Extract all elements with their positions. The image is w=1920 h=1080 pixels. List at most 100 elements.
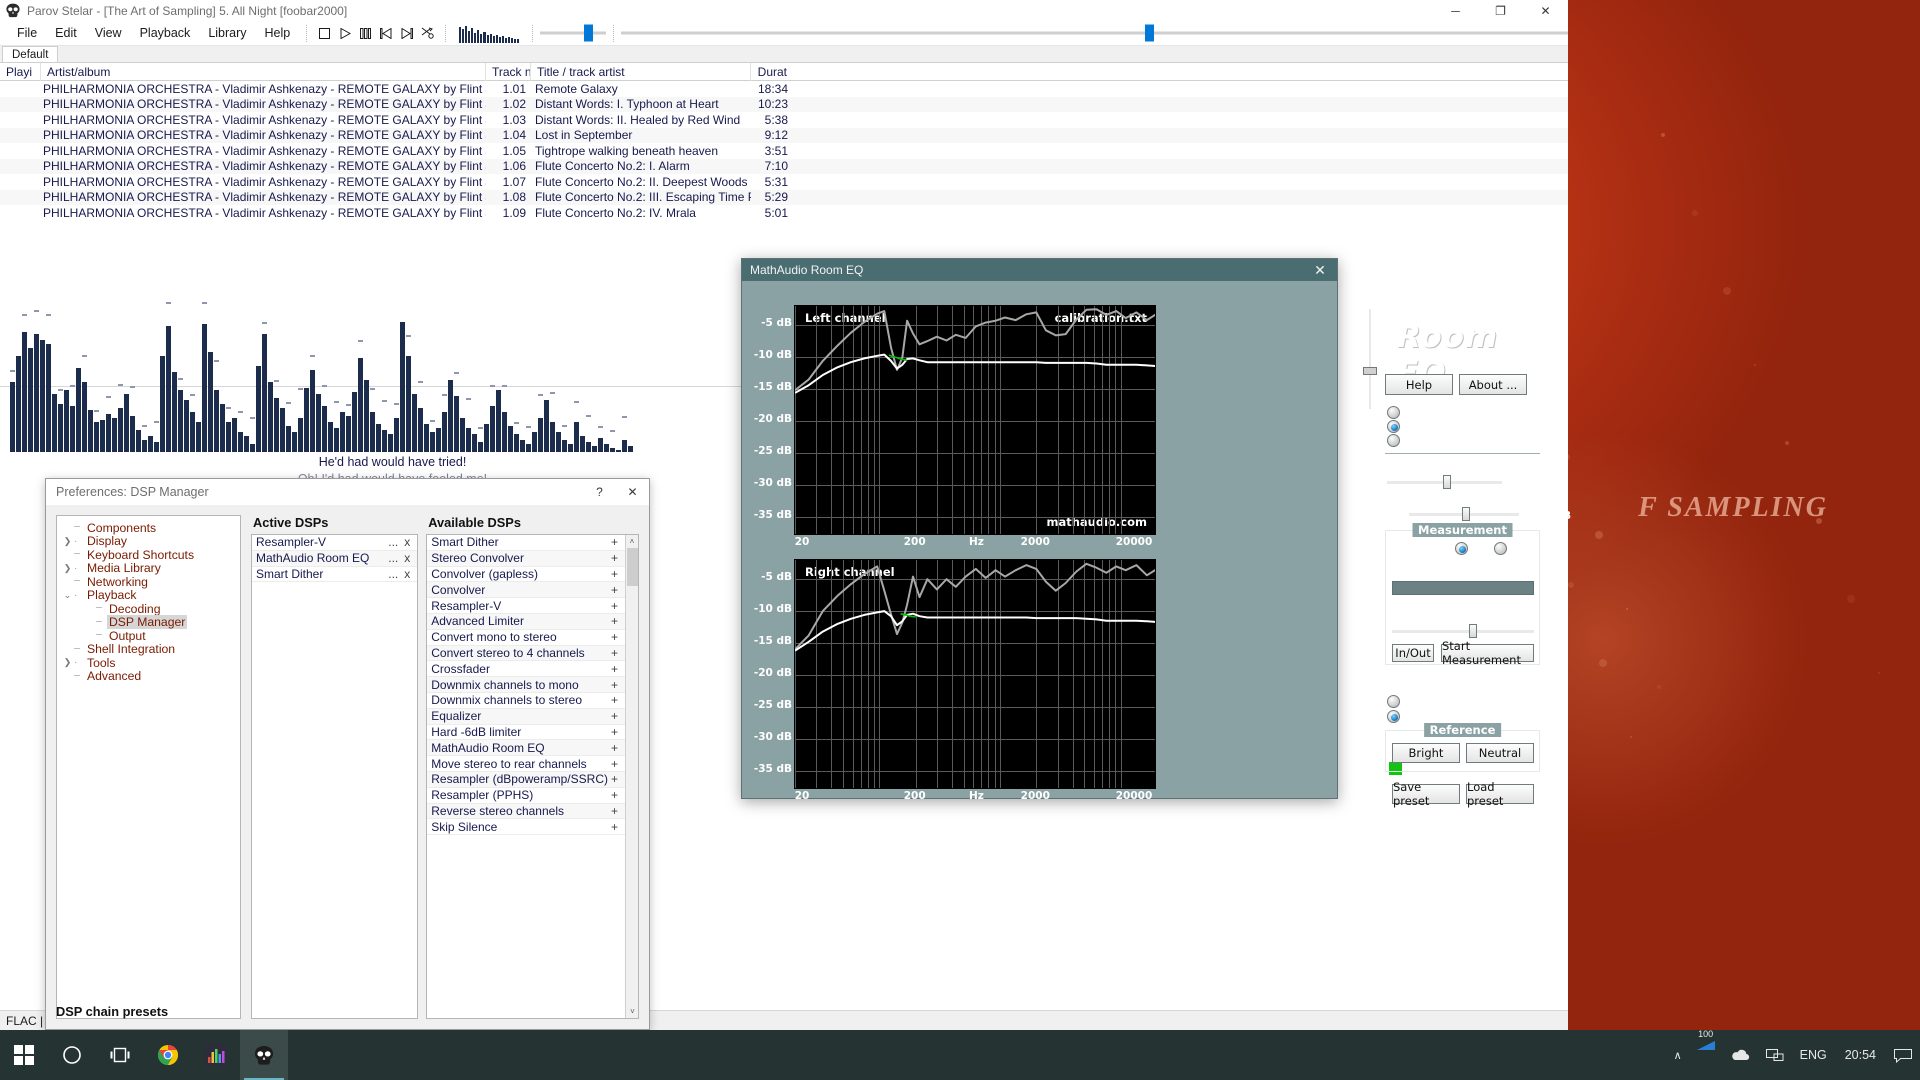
- start-measurement-button[interactable]: Start Measurement: [1441, 639, 1534, 667]
- menu-playback[interactable]: Playback: [131, 23, 200, 43]
- bypass-volume-slider[interactable]: [1387, 475, 1502, 489]
- sidebar-item-keyboard-shortcuts[interactable]: ┄ Keyboard Shortcuts: [61, 548, 236, 562]
- dsp-add-button[interactable]: +: [608, 693, 621, 707]
- sidebar-item-networking[interactable]: ┄ Networking: [61, 575, 236, 589]
- close-button[interactable]: ✕: [1523, 0, 1568, 21]
- available-dsps-list[interactable]: Smart Dither + Stereo Convolver + Convolver …: [426, 534, 639, 1019]
- list-item[interactable]: MathAudio Room EQ... x: [252, 550, 418, 567]
- foobar2000-icon[interactable]: [240, 1030, 288, 1080]
- mode-room-eq[interactable]: Room EQ: [1387, 419, 1464, 433]
- onedrive-icon[interactable]: [1722, 1030, 1758, 1080]
- dsp-add-button[interactable]: +: [608, 630, 621, 644]
- dsp-add-button[interactable]: +: [608, 709, 621, 723]
- dsp-configure-button[interactable]: ...: [385, 535, 401, 549]
- list-item[interactable]: MathAudio Room EQ +: [427, 740, 625, 757]
- dsp-add-button[interactable]: +: [608, 725, 621, 739]
- foobar-titlebar[interactable]: Parov Stelar - [The Art of Sampling] 5. …: [0, 0, 1568, 21]
- dsp-add-button[interactable]: +: [608, 741, 621, 755]
- radio-bypass-icon[interactable]: [1387, 433, 1400, 447]
- dsp-add-button[interactable]: +: [608, 772, 621, 786]
- dsp-add-button[interactable]: +: [608, 583, 621, 597]
- dsp-add-button[interactable]: +: [608, 757, 621, 771]
- table-row[interactable]: PHILHARMONIA ORCHESTRA - Vladimir Ashken…: [0, 205, 1568, 221]
- chrome-icon[interactable]: [144, 1030, 192, 1080]
- dsp-add-button[interactable]: +: [608, 820, 621, 834]
- action-center-icon[interactable]: [1886, 1030, 1920, 1080]
- seek-slider[interactable]: [620, 23, 1569, 43]
- list-item[interactable]: Resampler-V... x: [252, 535, 418, 551]
- list-item[interactable]: Resampler-V +: [427, 598, 625, 614]
- graph-zoom-slider[interactable]: [1363, 309, 1377, 409]
- dsp-add-button[interactable]: +: [608, 804, 621, 818]
- dsp-add-button[interactable]: +: [608, 567, 621, 581]
- expander-icon[interactable]: ❯: [61, 563, 74, 574]
- roomeq-gain-slider[interactable]: [1409, 507, 1519, 521]
- volume-slider[interactable]: [540, 23, 606, 43]
- left-graph-plot[interactable]: Left channel calibration.txt mathaudio.c…: [794, 305, 1156, 535]
- seek-thumb[interactable]: [1144, 24, 1154, 42]
- bypass-volume-thumb[interactable]: [1442, 475, 1451, 489]
- table-row[interactable]: PHILHARMONIA ORCHESTRA - Vladimir Ashken…: [0, 96, 1568, 112]
- available-dsps-scrollbar[interactable]: ˄ ˅: [625, 535, 638, 1018]
- stop-button[interactable]: [314, 23, 335, 44]
- reference-neutral-button[interactable]: Neutral: [1466, 743, 1534, 763]
- right-graph-plot[interactable]: Right channel: [794, 559, 1156, 789]
- dsp-add-button[interactable]: +: [608, 551, 621, 565]
- volume-icon[interactable]: 100: [1690, 1030, 1722, 1080]
- pause-button[interactable]: [356, 23, 377, 44]
- menu-view[interactable]: View: [86, 23, 131, 43]
- sidebar-item-shell-integration[interactable]: ┄ Shell Integration: [61, 642, 236, 656]
- column-header-artist[interactable]: Artist/album: [41, 62, 486, 81]
- mode-room-measurement[interactable]: Room Measurement: [1387, 405, 1536, 419]
- next-button[interactable]: [397, 23, 418, 44]
- menu-file[interactable]: File: [8, 23, 46, 43]
- sidebar-item-dsp-manager[interactable]: ┄ DSP Manager: [61, 615, 236, 630]
- random-button[interactable]: [417, 23, 438, 44]
- list-item[interactable]: Convolver +: [427, 582, 625, 599]
- column-header-duration[interactable]: Durat: [751, 63, 793, 81]
- language-indicator[interactable]: ENG: [1792, 1030, 1835, 1080]
- table-row[interactable]: PHILHARMONIA ORCHESTRA - Vladimir Ashken…: [0, 81, 1568, 97]
- preferences-tree[interactable]: ┄ Components ❯ · Display ┄ Keyboard Shortcuts ❯…: [56, 515, 241, 1019]
- column-header-trackno[interactable]: Track no: [486, 62, 531, 81]
- list-item[interactable]: Resampler (PPHS) +: [427, 788, 625, 804]
- sidebar-item-output[interactable]: ┄ Output: [61, 629, 236, 643]
- sidebar-item-playback[interactable]: ⌄ · Playback: [61, 588, 236, 602]
- menu-help[interactable]: Help: [256, 23, 300, 43]
- list-item[interactable]: Stereo Convolver +: [427, 550, 625, 567]
- stereo-balance-on[interactable]: Stereo Balance ON: [1387, 694, 1527, 708]
- dsp-add-button[interactable]: +: [608, 614, 621, 628]
- list-item[interactable]: Downmix channels to mono +: [427, 677, 625, 693]
- inout-button[interactable]: In/Out: [1392, 644, 1434, 662]
- list-item[interactable]: Convert stereo to 4 channels +: [427, 645, 625, 662]
- scroll-up-icon[interactable]: ˄: [626, 535, 638, 548]
- list-item[interactable]: Resampler (dBpoweramp/SSRC) +: [427, 771, 625, 788]
- dsp-add-button[interactable]: +: [608, 788, 621, 802]
- clock[interactable]: 20:54: [1835, 1048, 1886, 1062]
- audio-app-icon[interactable]: [192, 1030, 240, 1080]
- column-header-playing[interactable]: Playi: [0, 62, 41, 81]
- list-item[interactable]: Smart Dither +: [427, 535, 625, 551]
- radio-mic-right-icon[interactable]: [1494, 541, 1507, 555]
- dsp-add-button[interactable]: +: [608, 599, 621, 613]
- table-row[interactable]: PHILHARMONIA ORCHESTRA - Vladimir Ashken…: [0, 174, 1568, 190]
- dsp-configure-button[interactable]: ...: [385, 551, 401, 565]
- scroll-down-icon[interactable]: ˅: [626, 1005, 638, 1018]
- list-item[interactable]: Move stereo to rear channels +: [427, 756, 625, 772]
- sidebar-item-media-library[interactable]: ❯ · Media Library: [61, 561, 236, 575]
- table-row[interactable]: PHILHARMONIA ORCHESTRA - Vladimir Ashken…: [0, 143, 1568, 159]
- reference-bright-button[interactable]: Bright: [1392, 743, 1460, 763]
- sidebar-item-components[interactable]: ┄ Components: [61, 521, 236, 535]
- list-item[interactable]: Hard -6dB limiter +: [427, 725, 625, 741]
- preferences-titlebar[interactable]: Preferences: DSP Manager ? ✕: [46, 479, 649, 505]
- list-item[interactable]: Smart Dither... x: [252, 567, 418, 583]
- cortana-search-icon[interactable]: [48, 1030, 96, 1080]
- play-button[interactable]: [335, 23, 356, 44]
- roomeq-titlebar[interactable]: MathAudio Room EQ ✕: [742, 259, 1337, 281]
- dsp-add-button[interactable]: +: [608, 678, 621, 692]
- dsp-remove-button[interactable]: x: [401, 567, 413, 581]
- sweep-volume-slider[interactable]: [1392, 624, 1534, 638]
- radio-stereo-balance-off-icon[interactable]: [1387, 709, 1400, 723]
- close-icon[interactable]: ✕: [1303, 259, 1337, 281]
- menu-edit[interactable]: Edit: [46, 23, 86, 43]
